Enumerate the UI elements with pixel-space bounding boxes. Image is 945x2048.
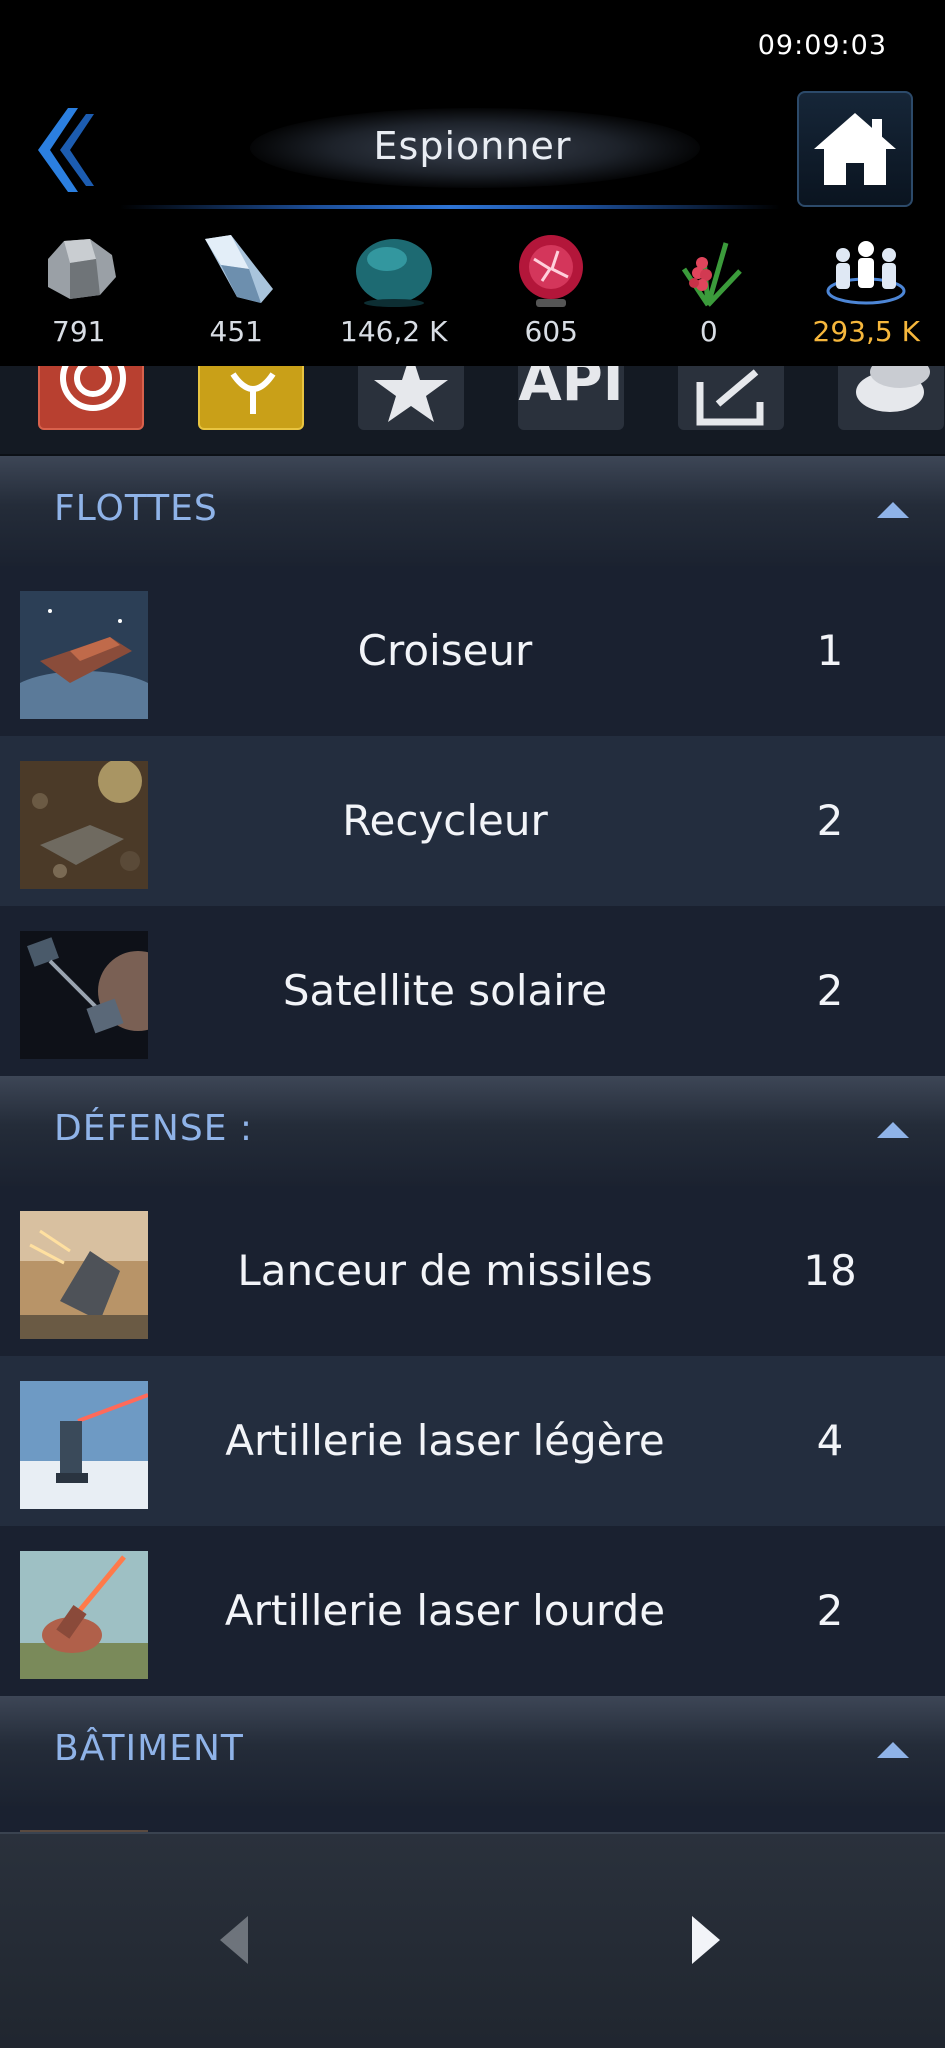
share-icon: [696, 369, 764, 426]
energy-plasma-icon: [519, 235, 584, 307]
share-action-button[interactable]: [678, 366, 784, 430]
light-laser-thumbnail: [20, 1381, 148, 1509]
item-count: 4: [816, 1416, 844, 1465]
metal-rock-icon: [47, 239, 116, 299]
resource-value: 146,2 K: [340, 315, 448, 348]
alliance-emblem-icon: [230, 372, 276, 414]
list-item[interactable]: Satellite solaire 2: [0, 906, 945, 1076]
chat-bubbles-icon: [856, 366, 930, 412]
list-item[interactable]: Lanceur de missiles 18: [0, 1186, 945, 1356]
section-title: DÉFENSE :: [54, 1108, 254, 1149]
food-plant-icon: [681, 242, 742, 307]
resource-bar: 791 451 146,2 K 605 0 293,5 K: [0, 225, 945, 360]
resource-value: 791: [52, 315, 106, 348]
crystal-icon: [205, 235, 274, 303]
list-item[interactable]: Recycleur 2: [0, 736, 945, 906]
api-action-button[interactable]: API: [518, 366, 624, 430]
api-label: API: [518, 366, 624, 414]
solar-satellite-thumbnail: [20, 931, 148, 1059]
item-name: Artillerie laser lourde: [224, 1586, 666, 1635]
next-arrow-icon[interactable]: [692, 1916, 720, 1964]
item-name: Artillerie laser légère: [225, 1416, 665, 1465]
resource-food[interactable]: 0: [630, 225, 788, 360]
previous-arrow-icon[interactable]: [220, 1916, 248, 1964]
section-header-buildings[interactable]: BÂTIMENT: [0, 1696, 945, 1806]
home-icon: [814, 113, 896, 185]
item-count: 2: [816, 796, 844, 845]
item-count: 18: [803, 1246, 857, 1295]
resource-metal[interactable]: 791: [0, 225, 158, 360]
alliance-action-button[interactable]: [198, 366, 304, 430]
list-item[interactable]: Artillerie laser légère 4: [0, 1356, 945, 1526]
item-name: Lanceur de missiles: [237, 1246, 653, 1295]
item-count: 1: [816, 626, 844, 675]
recycler-ship-thumbnail: [20, 761, 148, 889]
target-icon: [60, 366, 126, 411]
section-header-defense[interactable]: DÉFENSE :: [0, 1076, 945, 1186]
spy-report-list: FLOTTES Croiseur 1 Recycleur 2 Satellite…: [0, 456, 945, 1832]
resource-value: 293,5 K: [812, 315, 920, 348]
section-title: BÂTIMENT: [54, 1728, 244, 1769]
top-bar: 09:09:03 Espionner 791 451 146,2 K 605 0…: [0, 0, 945, 366]
resource-crystal[interactable]: 451: [158, 225, 316, 360]
status-clock: 09:09:03: [757, 30, 887, 61]
resource-energy[interactable]: 605: [473, 225, 631, 360]
missile-launcher-thumbnail: [20, 1211, 148, 1339]
population-icon: [826, 241, 906, 305]
resource-population[interactable]: 293,5 K: [788, 225, 945, 360]
chevron-up-icon: [877, 1122, 909, 1138]
chevron-up-icon: [877, 502, 909, 518]
list-item[interactable]: Croiseur 1: [0, 566, 945, 736]
item-name: Satellite solaire: [282, 966, 608, 1015]
home-button[interactable]: [797, 91, 913, 207]
item-count: 2: [816, 1586, 844, 1635]
list-item[interactable]: [0, 1806, 945, 1832]
resource-deuterium[interactable]: 146,2 K: [315, 225, 473, 360]
favorite-action-button[interactable]: [358, 366, 464, 430]
item-name: Recycleur: [342, 796, 548, 845]
section-title: FLOTTES: [54, 488, 218, 529]
cruiser-ship-thumbnail: [20, 591, 148, 719]
heavy-laser-thumbnail: [20, 1551, 148, 1679]
resource-value: 451: [209, 315, 263, 348]
target-action-button[interactable]: [38, 366, 144, 430]
deuterium-orb-icon: [355, 239, 432, 307]
item-name: Croiseur: [357, 626, 533, 675]
item-count: 2: [816, 966, 844, 1015]
list-item[interactable]: Artillerie laser lourde 2: [0, 1526, 945, 1696]
action-icon-strip: API: [0, 366, 945, 456]
resource-value: 605: [524, 315, 578, 348]
star-icon: [374, 366, 448, 422]
resource-value: 0: [699, 315, 718, 348]
title-divider: [120, 205, 780, 209]
bottom-navigation: [0, 1832, 945, 2048]
chat-action-button[interactable]: [838, 366, 944, 430]
section-header-fleets[interactable]: FLOTTES: [0, 456, 945, 566]
chevron-up-icon: [877, 1742, 909, 1758]
